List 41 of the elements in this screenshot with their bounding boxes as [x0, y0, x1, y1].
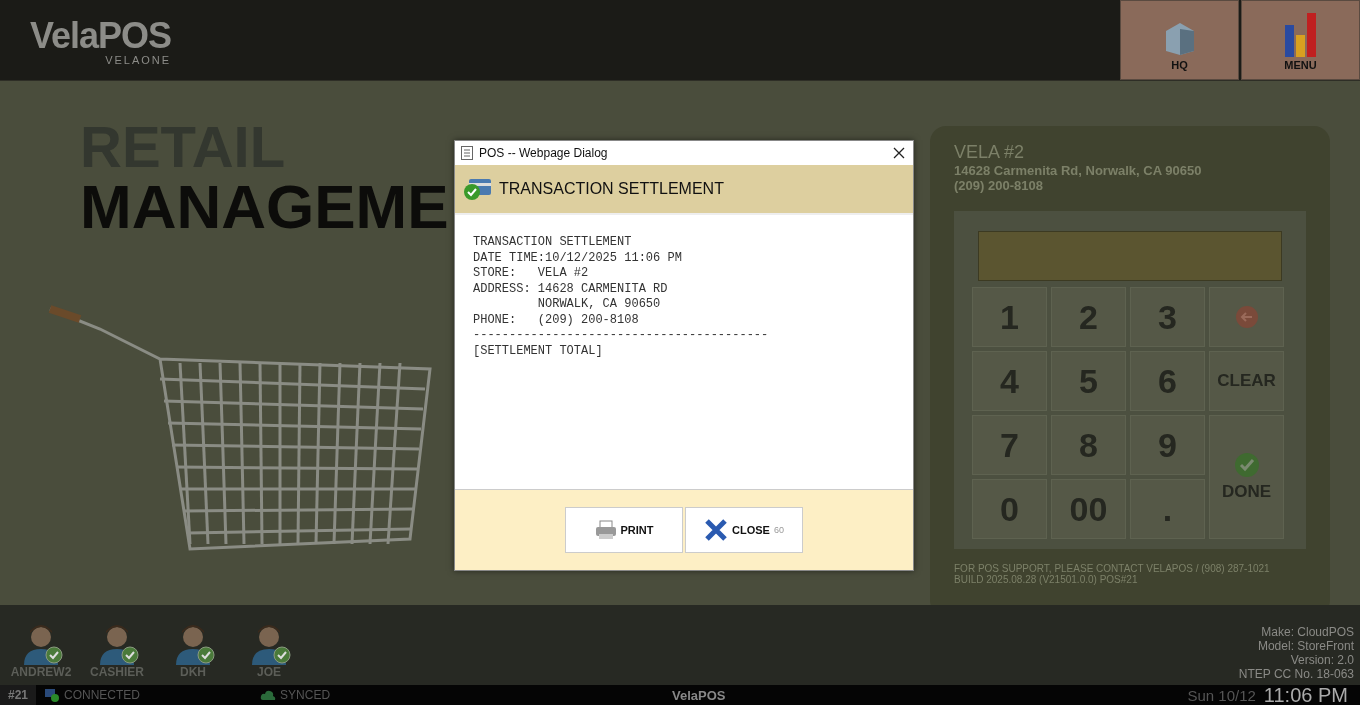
digit-key[interactable]: .: [1130, 479, 1205, 539]
receipt-line: STORE: VELA #2: [473, 266, 590, 282]
hq-button[interactable]: HQ: [1120, 0, 1239, 80]
logo-subtitle: VELAONE: [105, 54, 172, 66]
print-button[interactable]: PRINT: [565, 507, 683, 553]
connection-status: CONNECTED: [64, 688, 141, 702]
store-name: VELA #2: [954, 142, 1026, 163]
clock-time: 11:06 PM: [1263, 683, 1348, 705]
document-icon: [461, 146, 473, 160]
sync-status: SYNCED: [280, 688, 331, 702]
close-button[interactable]: CLOSE 60: [685, 507, 803, 553]
device-info: Make: CloudPOS: [1261, 625, 1354, 639]
store-address: 14628 Carmenita Rd, Norwalk, CA 90650: [954, 163, 1203, 178]
card-check-icon: [463, 177, 493, 201]
close-icon[interactable]: [891, 145, 907, 161]
receipt-line: TRANSACTION SETTLEMENT: [473, 235, 633, 251]
support-text: FOR POS SUPPORT, PLEASE CONTACT VELAPOS / (908) 287-1021: [954, 563, 1271, 574]
printer-icon: [594, 520, 617, 540]
network-icon: [44, 688, 61, 702]
management-title: MANAGEME: [80, 175, 449, 239]
check-icon: [1233, 452, 1260, 478]
velapos-logo: VelaPOS: [30, 18, 172, 54]
date-label: Sun 10/12: [1187, 686, 1256, 704]
device-info: Model: StoreFront: [1257, 639, 1354, 653]
receipt-line: -----------------------------------------: [473, 328, 770, 344]
receipt-line: [SETTLEMENT TOTAL]: [473, 343, 604, 359]
cloud-icon: [260, 689, 277, 701]
device-info: NTEP CC No. 18-063: [1238, 667, 1354, 681]
menu-button[interactable]: MENU: [1241, 0, 1360, 80]
store-phone: (209) 200-8108: [954, 178, 1044, 193]
receipt-line: NORWALK, CA 90650: [536, 297, 662, 313]
receipt-line: PHONE: (209) 200-8108: [473, 312, 640, 328]
terminal-number: #21: [0, 685, 37, 705]
device-info: Version: 2.0: [1290, 653, 1354, 667]
build-text: BUILD 2025.08.28 (V21501.0.0) POS#21: [954, 574, 1139, 585]
dialog-heading: TRANSACTION SETTLEMENT: [499, 180, 724, 198]
receipt-line: DATE TIME:10/12/2025 11:06 PM: [473, 250, 683, 266]
dialog-title: POS -- Webpage Dialog: [479, 146, 609, 160]
x-mark-icon: [704, 519, 729, 541]
receipt-line: ADDRESS: 14628 CARMENITA RD: [473, 281, 669, 297]
brand-label: VelaPOS: [672, 687, 726, 703]
